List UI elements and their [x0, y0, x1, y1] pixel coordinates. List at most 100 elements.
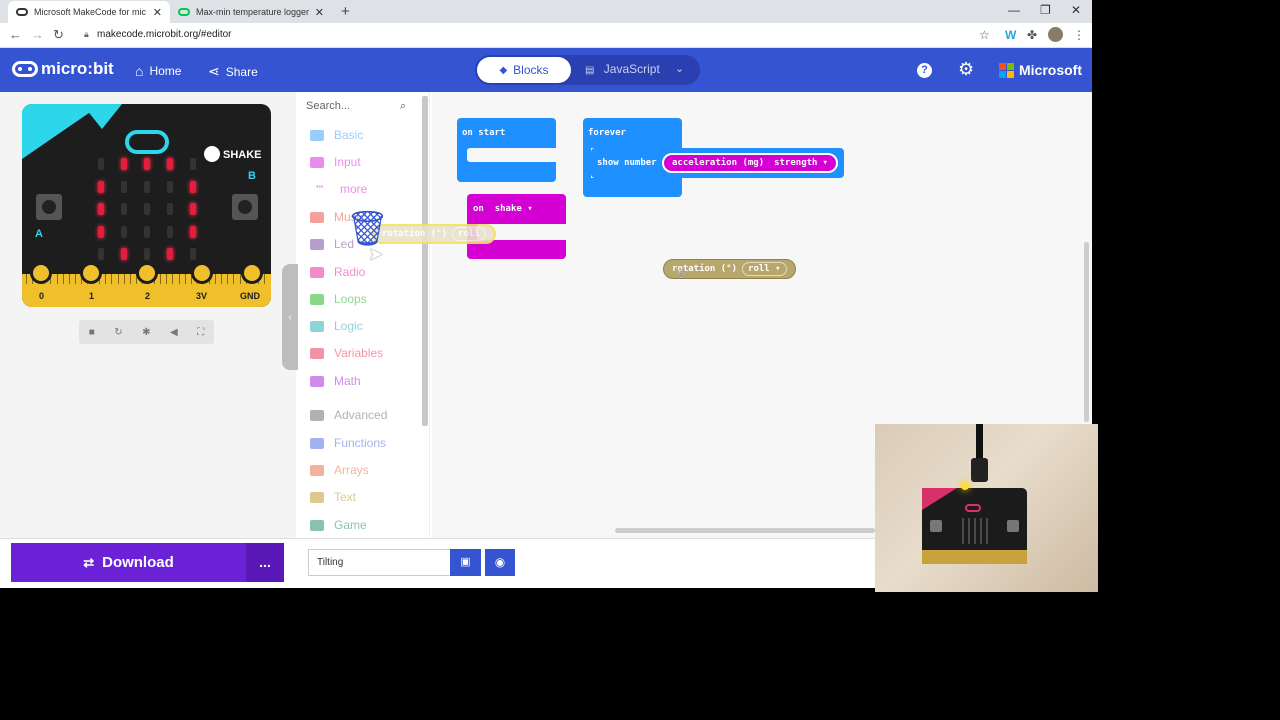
grab-hand-icon: ✋︎	[678, 267, 685, 281]
toolbox-scrollbar[interactable]	[422, 96, 428, 426]
share-icon: ⋖	[208, 63, 220, 79]
dragged-rotation-block[interactable]: rotation (°) roll	[372, 224, 496, 244]
home-button[interactable]: ⌂ Home	[135, 63, 181, 79]
toolbox-category-arrays[interactable]: Arrays	[310, 463, 369, 477]
edge-tick	[117, 274, 119, 284]
dropdown-arrow-icon: ▾	[822, 158, 828, 168]
workspace-vertical-scrollbar[interactable]	[1084, 242, 1089, 422]
tab-temperature-logger[interactable]: Max-min temperature logger | m ✕	[170, 1, 332, 23]
category-label: Advanced	[334, 408, 388, 422]
github-button[interactable]: ◉	[485, 549, 515, 576]
toolbox-category-advanced[interactable]: Advanced	[310, 408, 387, 422]
show-number-block[interactable]: show number acceleration (mg) strength ▾	[591, 148, 844, 178]
microsoft-logo[interactable]: Microsoft	[999, 62, 1082, 78]
share-button[interactable]: ⋖ Share	[208, 63, 258, 80]
toolbox-category-functions[interactable]: Functions	[310, 436, 386, 450]
restart-icon[interactable]: ↻	[114, 327, 122, 338]
on-start-block[interactable]: on start	[457, 118, 556, 182]
button-b[interactable]	[232, 194, 258, 220]
debug-icon[interactable]: ✱	[142, 327, 150, 338]
close-tab-icon[interactable]: ✕	[315, 6, 324, 19]
pin-0[interactable]	[30, 262, 52, 284]
microbit-simulator-board[interactable]: A B SHAKE 0 1 2 3V GND	[22, 104, 271, 307]
gesture-dropdown[interactable]: shake	[495, 204, 522, 214]
toolbox-category-text[interactable]: Text	[310, 490, 356, 504]
acceleration-dropdown[interactable]: strength	[774, 158, 817, 168]
minimize-icon[interactable]: —	[1008, 3, 1020, 17]
pin-2[interactable]	[136, 262, 158, 284]
category-icon	[310, 156, 324, 168]
forward-icon[interactable]: →	[31, 27, 44, 42]
makecode-header: micro:bit ⌂ Home ⋖ Share ◆ Blocks ▤ Java…	[0, 48, 1092, 92]
led	[121, 203, 127, 215]
toolbox-category-math[interactable]: Math	[310, 374, 361, 388]
led	[98, 225, 104, 238]
edge-tick	[68, 274, 70, 284]
toolbox-category-input[interactable]: Input	[310, 155, 361, 169]
toolbox-category-basic[interactable]: Basic	[310, 128, 363, 142]
rotation-dropdown[interactable]: roll ▾	[742, 262, 787, 276]
acceleration-block[interactable]: acceleration (mg) strength ▾	[662, 153, 838, 173]
fullscreen-icon[interactable]: ⛶	[197, 327, 204, 338]
shake-button[interactable]	[204, 146, 220, 162]
led	[167, 225, 173, 238]
workspace-horizontal-scrollbar[interactable]	[615, 528, 875, 533]
back-icon[interactable]: ←	[9, 27, 22, 42]
edge-tick	[227, 274, 229, 284]
toolbox-category-variables[interactable]: Variables	[310, 346, 383, 360]
collapse-simulator-handle[interactable]: ‹	[282, 264, 298, 370]
profile-avatar[interactable]	[1048, 27, 1063, 42]
save-button[interactable]: ▣	[450, 549, 481, 576]
category-icon	[310, 129, 324, 141]
download-button[interactable]: ⇄ Download	[11, 543, 246, 582]
on-start-slot	[467, 148, 556, 162]
close-window-icon[interactable]: ✕	[1071, 3, 1081, 17]
led	[167, 180, 173, 193]
category-label: more	[340, 182, 368, 196]
on-start-label: on start	[462, 128, 506, 138]
edge-tick	[105, 274, 107, 284]
led	[190, 225, 196, 238]
download-more-button[interactable]: ...	[246, 543, 284, 582]
category-icon	[310, 211, 324, 223]
toolbox-category-game[interactable]: Game	[310, 518, 367, 532]
category-icon	[310, 375, 324, 387]
microbit-logo[interactable]: micro:bit	[12, 59, 114, 79]
blocks-tab[interactable]: ◆ Blocks	[477, 57, 571, 83]
new-tab-icon[interactable]: +	[341, 3, 350, 20]
extensions-puzzle-icon[interactable]: ✤	[1027, 28, 1037, 42]
led	[98, 203, 104, 215]
simulator-controls: ■ ↻ ✱ ◀︎ ⛶	[79, 320, 214, 344]
pin-1[interactable]	[80, 262, 102, 284]
toolbox-category-loops[interactable]: Loops	[310, 292, 367, 306]
pin-3v[interactable]	[191, 262, 213, 284]
button-a[interactable]	[36, 194, 62, 220]
tab-makecode[interactable]: Microsoft MakeCode for mic ✕	[8, 1, 170, 23]
sound-icon[interactable]: ◀︎	[170, 327, 178, 338]
toolbox-search-input[interactable]: Search...	[306, 100, 350, 112]
browser-menu-icon[interactable]: ⋮	[1073, 28, 1085, 42]
category-label: Radio	[334, 265, 366, 279]
edge-tick	[160, 274, 162, 284]
close-tab-icon[interactable]: ✕	[153, 6, 162, 19]
toolbox-category-logic[interactable]: Logic	[310, 319, 363, 333]
touch-logo[interactable]	[125, 130, 169, 154]
extension-w-icon[interactable]: W	[1005, 28, 1016, 42]
trash-icon[interactable]: 🗑︎	[346, 210, 389, 248]
home-label: Home	[149, 64, 182, 78]
bookmark-star-icon[interactable]: ☆	[979, 28, 990, 42]
gear-icon[interactable]: ⚙	[958, 59, 974, 80]
url-field[interactable]: makecode.microbit.org/#editor	[97, 29, 232, 40]
category-label: Logic	[334, 319, 363, 333]
led	[167, 248, 173, 260]
toolbox-category-radio[interactable]: Radio	[310, 265, 365, 279]
reload-icon[interactable]: ↻	[53, 27, 64, 43]
pin-gnd[interactable]	[241, 262, 263, 284]
chevron-down-icon[interactable]: ⌄	[675, 62, 684, 75]
restore-icon[interactable]: ❐	[1040, 3, 1051, 17]
project-name-input[interactable]: Tilting	[308, 549, 450, 576]
stop-icon[interactable]: ■	[89, 327, 95, 338]
javascript-tab[interactable]: ▤ JavaScript	[585, 62, 660, 76]
help-icon[interactable]: ?	[917, 63, 932, 78]
toolbox-category-more[interactable]: ••• more	[316, 182, 367, 196]
